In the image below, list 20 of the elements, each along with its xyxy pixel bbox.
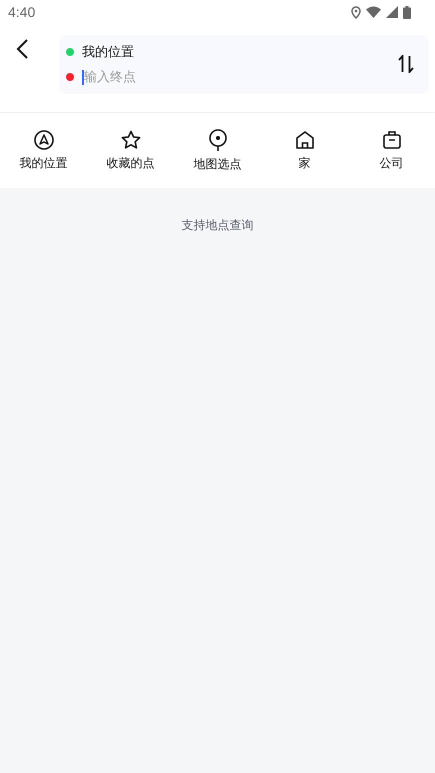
signal-icon: [386, 6, 398, 18]
shortcut-item[interactable]: 公司: [348, 113, 435, 188]
destination-field[interactable]: 输入终点: [82, 70, 284, 84]
shortcut-item[interactable]: 收藏的点: [87, 113, 174, 188]
shortcut-item[interactable]: 地图选点: [174, 113, 261, 188]
swap-icon[interactable]: [398, 54, 414, 72]
start-field[interactable]: 我的位置: [82, 42, 134, 60]
back-icon[interactable]: [16, 39, 28, 59]
navigation-icon: [34, 130, 54, 150]
home-icon: [294, 130, 314, 150]
map-pin-icon: [208, 128, 228, 150]
location-status-icon: [351, 6, 361, 18]
battery-icon: [403, 6, 411, 18]
hint-text: 支持地点查询: [182, 217, 254, 233]
briefcase-icon: [382, 130, 402, 150]
shortcut-item[interactable]: 我的位置: [0, 113, 87, 188]
status-time: 4:40: [8, 4, 36, 20]
star-icon: [120, 130, 140, 150]
wifi-icon: [366, 6, 381, 18]
shortcut-item[interactable]: 家: [261, 113, 348, 188]
